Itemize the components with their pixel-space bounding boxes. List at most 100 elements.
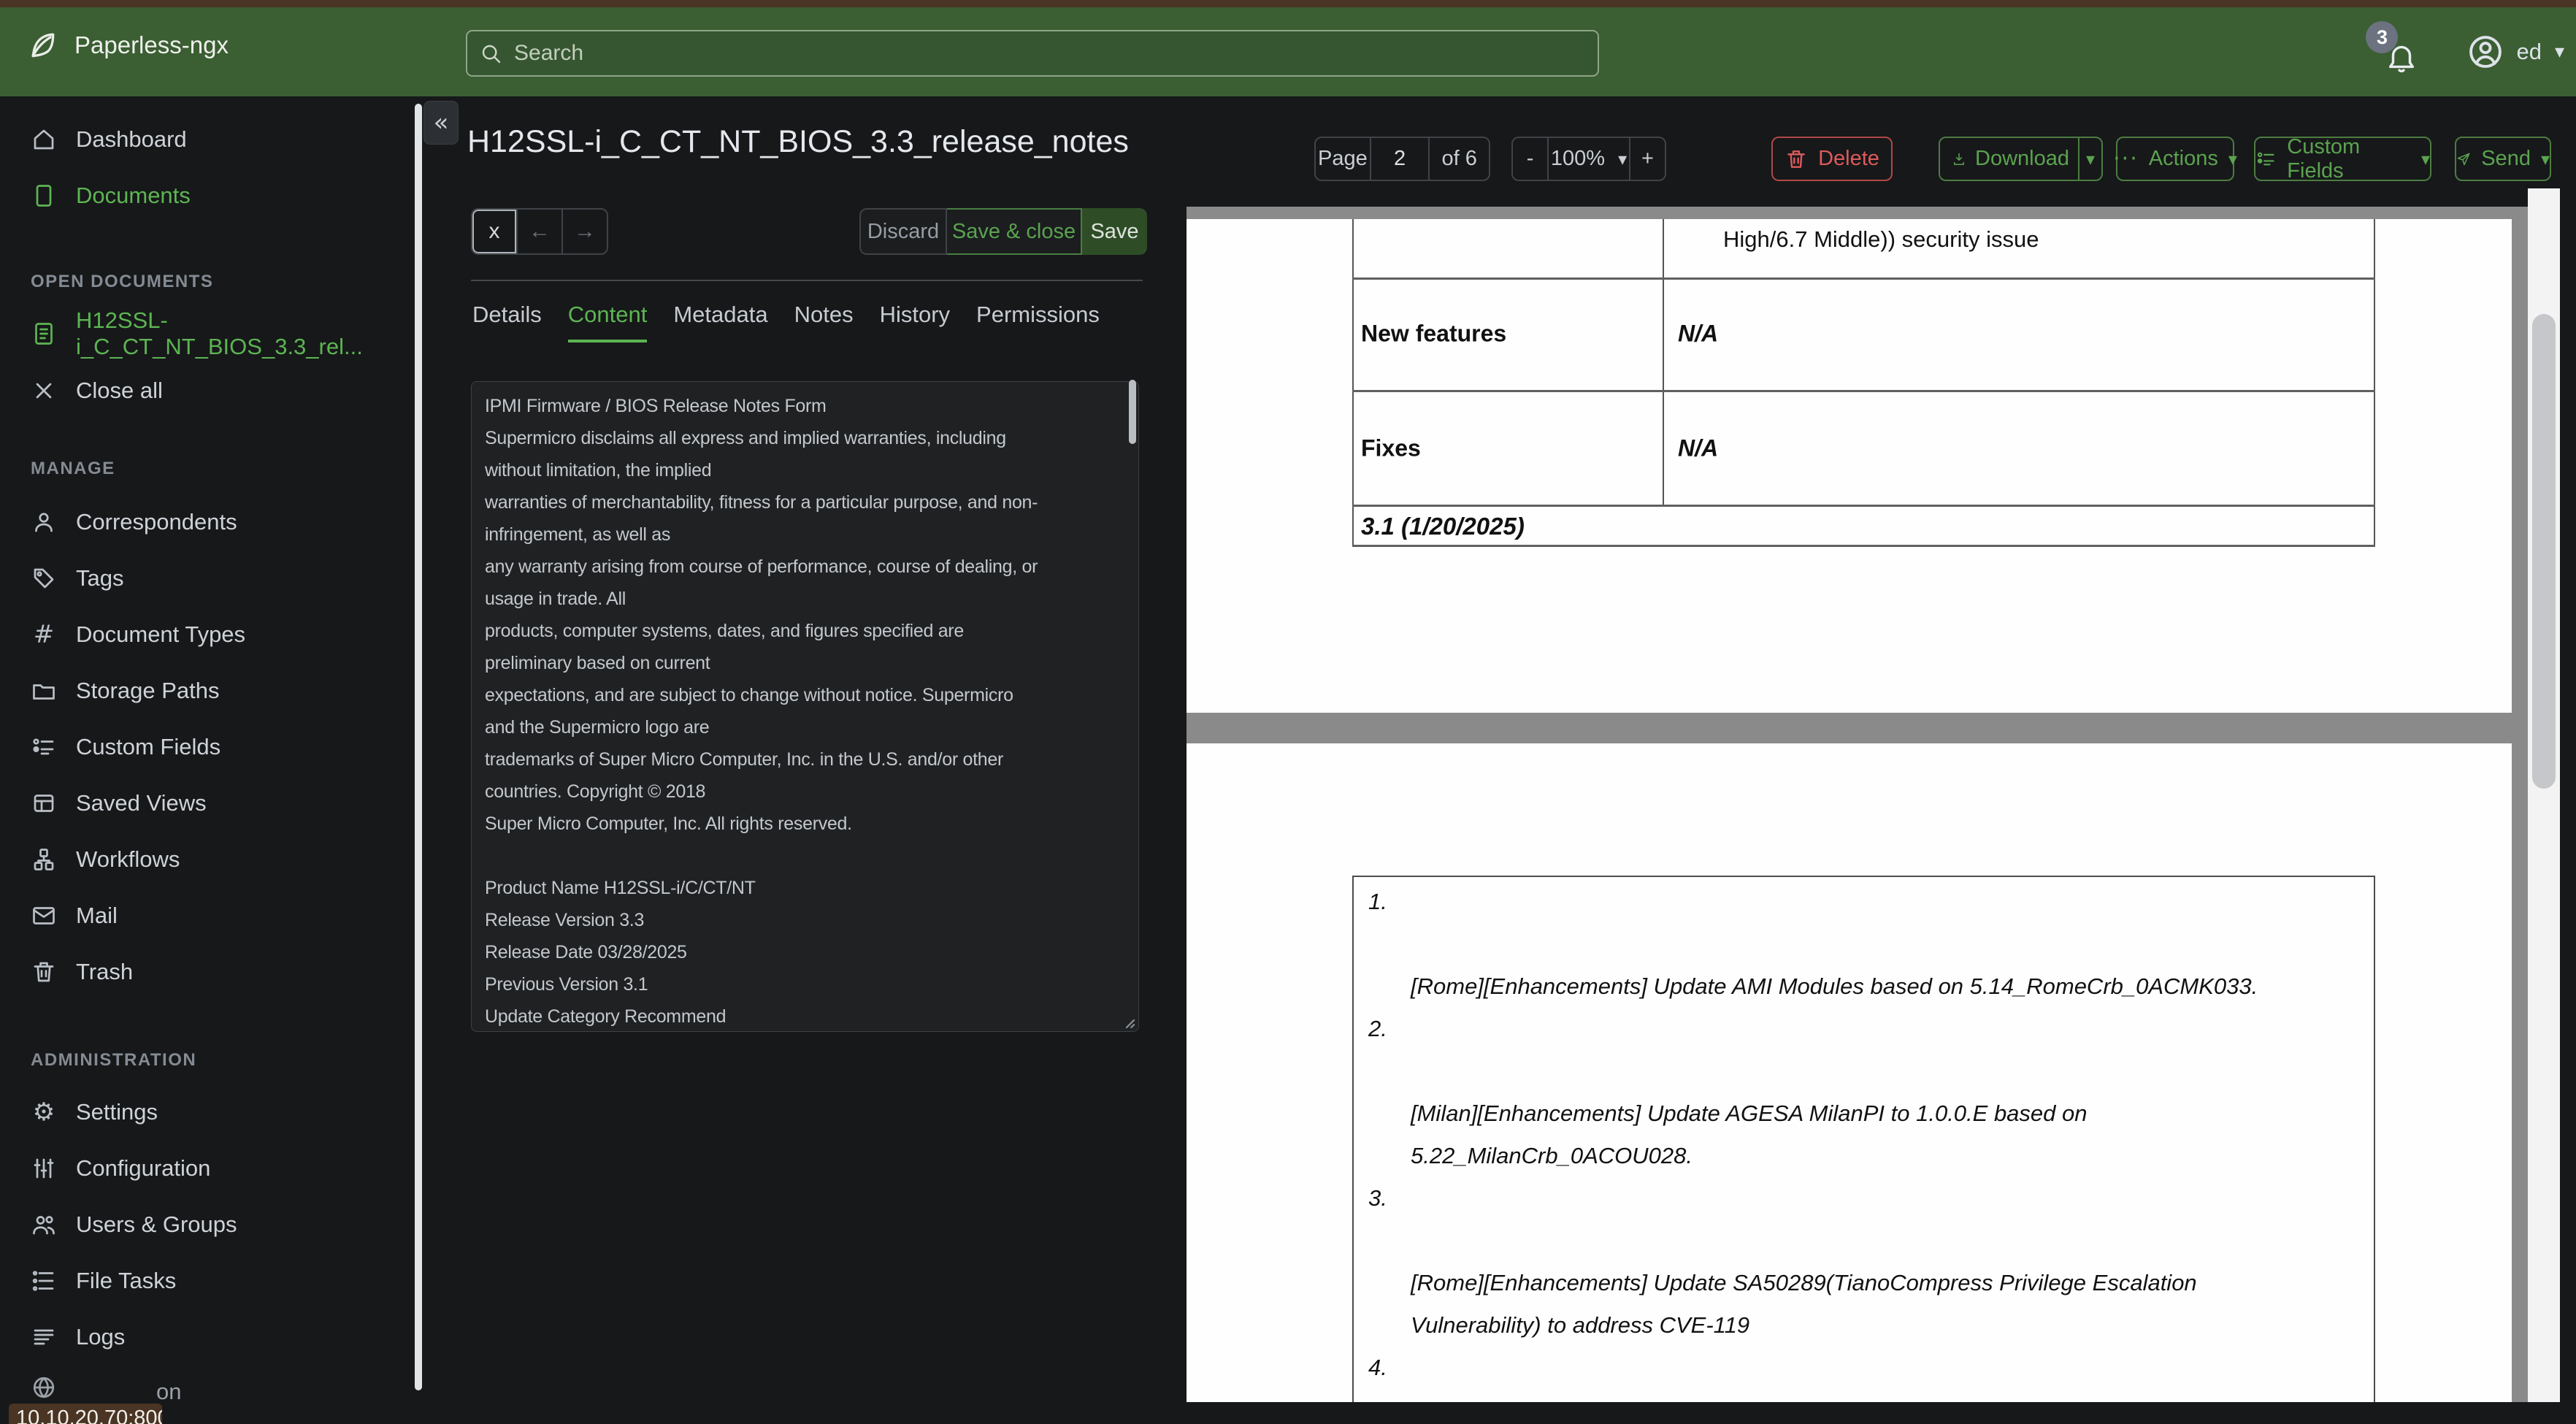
sidebar-item-label: Configuration xyxy=(76,1155,211,1181)
document-title: H12SSL-i_C_CT_NT_BIOS_3.3_release_notes xyxy=(467,124,1129,159)
download-icon xyxy=(1952,148,1966,171)
sidebar-item[interactable]: ⚙ Settings xyxy=(0,1084,409,1140)
page-count-label: of 6 xyxy=(1441,147,1477,170)
zoom-in-button[interactable]: + xyxy=(1630,138,1665,180)
custom-fields-icon xyxy=(31,734,57,760)
editor-save-group: Discard Save & close Save xyxy=(859,208,1147,255)
sidebar-item[interactable]: Correspondents xyxy=(0,494,409,550)
editor-tab[interactable]: Metadata xyxy=(673,302,767,342)
download-dropdown-toggle[interactable]: ▾ xyxy=(2077,138,2101,180)
editor-tab[interactable]: Permissions xyxy=(976,302,1100,342)
sidebar-item[interactable]: Storage Paths xyxy=(0,662,409,719)
zoom-out-button[interactable]: - xyxy=(1513,138,1549,180)
sidebar-item-close-all[interactable]: Close all xyxy=(0,362,409,418)
save-and-close-button[interactable]: Save & close xyxy=(947,208,1082,255)
editor-tabs: Details Content Metadata Notes History P… xyxy=(472,302,1100,342)
manage-heading: MANAGE xyxy=(31,459,115,478)
sidebar-item-label: Logs xyxy=(76,1323,126,1350)
discard-button[interactable]: Discard xyxy=(859,208,947,255)
sidebar-collapse-button[interactable]: « xyxy=(423,101,459,145)
zoom-level-value: 100% xyxy=(1550,147,1606,170)
sidebar-item[interactable]: Tags xyxy=(0,550,409,606)
pdf-table-row: Fixes N/A xyxy=(1352,392,2375,507)
app-title: Paperless-ngx xyxy=(74,31,229,58)
page-number-input[interactable] xyxy=(1376,146,1424,172)
username[interactable]: ed xyxy=(2516,39,2541,65)
send-button-label: Send xyxy=(2481,147,2531,170)
sidebar-close-all: Close all xyxy=(0,362,409,418)
send-button[interactable]: Send ▾ xyxy=(2455,137,2551,181)
custom-fields-icon xyxy=(2255,148,2277,171)
editor-tab[interactable]: History xyxy=(880,302,950,342)
sidebar-item-label: Document Types xyxy=(76,621,246,647)
sidebar-item[interactable]: Trash xyxy=(0,943,409,1000)
sidebar-item-documentation-partial[interactable]: on xyxy=(156,1379,181,1405)
sidebar-item-label: Tags xyxy=(76,564,124,591)
sidebar-item-label: Custom Fields xyxy=(76,733,221,759)
sidebar-scrollbar[interactable] xyxy=(415,104,422,1390)
pdf-list-entry: 4. [Rome][Enhancements] Update AMI Modul… xyxy=(1354,1347,2374,1402)
global-search[interactable] xyxy=(466,30,1599,77)
download-split-button[interactable]: Download ▾ xyxy=(1939,137,2103,181)
sidebar-item[interactable]: # Document Types xyxy=(0,606,409,662)
next-document-button[interactable]: → xyxy=(563,210,607,253)
chevron-down-icon: ▾ xyxy=(1618,148,1628,169)
feather-logo-icon xyxy=(26,29,58,61)
textarea-scrollbar[interactable] xyxy=(1129,380,1136,444)
pdf-list-number: 4. xyxy=(1368,1355,1387,1380)
sidebar-item-label: Dashboard xyxy=(76,126,187,152)
pdf-list-number: 1. xyxy=(1368,889,1387,914)
actions-button-label: Actions xyxy=(2148,147,2218,170)
custom-fields-button[interactable]: Custom Fields ▾ xyxy=(2254,134,2431,183)
sidebar-item[interactable]: Saved Views xyxy=(0,775,409,831)
custom-fields-button-label: Custom Fields xyxy=(2287,134,2361,183)
editor-tab[interactable]: Details xyxy=(472,302,542,342)
file-tasks-icon xyxy=(31,1268,57,1294)
pdf-list-text: [Rome][Enhancements] Update AMI Modules … xyxy=(1411,973,2258,999)
page-label: Page xyxy=(1316,138,1371,180)
pdf-list-entry: 3. [Rome][Enhancements] Update SA50289(T… xyxy=(1354,1177,2374,1347)
zoom-level-dropdown[interactable]: 100% ▾ xyxy=(1549,138,1630,180)
pdf-scrollbar-thumb[interactable] xyxy=(2532,314,2556,789)
send-icon xyxy=(2456,148,2471,171)
editor-tab[interactable]: Notes xyxy=(794,302,854,342)
content-textarea[interactable]: IPMI Firmware / BIOS Release Notes Form … xyxy=(471,381,1139,1032)
sidebar-primary-nav: Dashboard Documents xyxy=(0,111,409,223)
pdf-list-number: 3. xyxy=(1368,1185,1387,1211)
globe-icon xyxy=(31,1374,57,1401)
sidebar-item[interactable]: Users & Groups xyxy=(0,1196,409,1252)
search-input[interactable] xyxy=(513,40,1586,66)
previous-document-button[interactable]: ← xyxy=(518,210,563,253)
sidebar-item[interactable]: Logs xyxy=(0,1309,409,1365)
sidebar-open-documents: H12SSL-i_C_CT_NT_BIOS_3.3_rel... xyxy=(0,305,409,361)
resize-handle-icon[interactable] xyxy=(1116,1009,1138,1031)
sidebar-item[interactable]: Dashboard xyxy=(0,111,409,167)
sidebar-item[interactable]: Documents xyxy=(0,167,409,223)
sidebar-item-label: Users & Groups xyxy=(76,1211,237,1237)
sidebar-item[interactable]: Workflows xyxy=(0,831,409,887)
sidebar-item[interactable]: Mail xyxy=(0,887,409,943)
editor-close-button[interactable]: x xyxy=(472,210,518,253)
pdf-page-2: 1. [Rome][Enhancements] Update AMI Modul… xyxy=(1187,743,2512,1402)
editor-tab[interactable]: Content xyxy=(567,302,648,342)
actions-button[interactable]: ··· Actions ▾ xyxy=(2113,137,2237,181)
sidebar-item-label: Documents xyxy=(76,182,191,208)
notifications-button[interactable]: 3 xyxy=(2366,21,2420,75)
sidebar-item[interactable]: Custom Fields xyxy=(0,719,409,775)
save-button[interactable]: Save xyxy=(1082,208,1147,255)
pdf-page1-table: High/6.7 Middle)) security issue New fea… xyxy=(1352,219,2375,549)
user-avatar-icon[interactable] xyxy=(2466,33,2504,71)
pdf-security-issue-text: High/6.7 Middle)) security issue xyxy=(1723,226,2039,252)
workflows-icon xyxy=(31,846,57,873)
chevrons-left-icon: « xyxy=(433,108,449,137)
sidebar-item-open-document[interactable]: H12SSL-i_C_CT_NT_BIOS_3.3_rel... xyxy=(0,305,409,361)
user-menu-caret-icon[interactable]: ▾ xyxy=(2555,42,2564,61)
file-text-icon xyxy=(31,321,57,347)
pdf-preview[interactable]: High/6.7 Middle)) security issue New fea… xyxy=(1187,207,2528,1402)
sidebar-item[interactable]: Configuration xyxy=(0,1140,409,1196)
sidebar-item[interactable]: File Tasks xyxy=(0,1252,409,1309)
delete-button[interactable]: Delete xyxy=(1771,137,1893,181)
editor-tab-label: Permissions xyxy=(976,302,1100,327)
pdf-row-label: Fixes xyxy=(1361,435,1421,462)
app-brand[interactable]: Paperless-ngx xyxy=(26,29,229,61)
